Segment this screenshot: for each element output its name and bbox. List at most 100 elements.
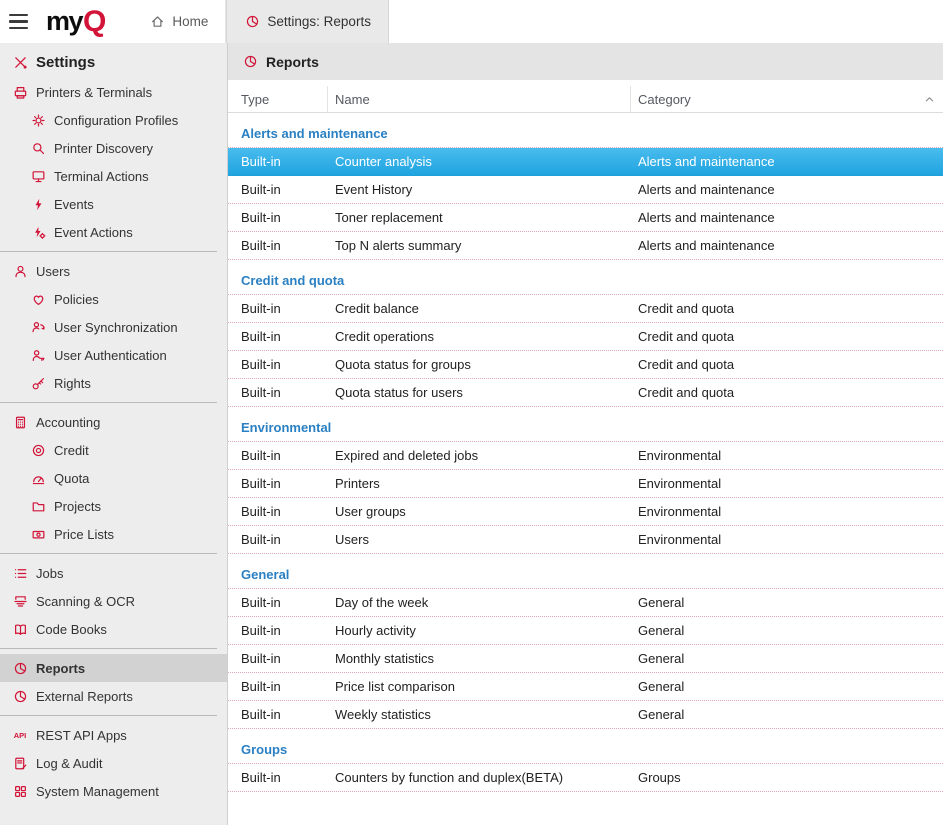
column-header-name[interactable]: Name: [328, 86, 631, 112]
sidebar-item-printer-discovery[interactable]: Printer Discovery: [0, 134, 227, 162]
cell-category: Alerts and maintenance: [631, 148, 943, 175]
table-row-quota-status-for-groups[interactable]: Built-inQuota status for groupsCredit an…: [228, 351, 943, 379]
sidebar-item-label: REST API Apps: [36, 728, 127, 743]
sidebar-item-label: Events: [54, 197, 94, 212]
sidebar-item-jobs[interactable]: Jobs: [0, 559, 227, 587]
sidebar-item-label: Credit: [54, 443, 89, 458]
cell-category: Environmental: [631, 470, 943, 497]
topbar: myQ Home Settings: Reports: [0, 0, 943, 43]
table-row-expired-and-deleted-jobs[interactable]: Built-inExpired and deleted jobsEnvironm…: [228, 442, 943, 470]
sidebar-item-quota[interactable]: Quota: [0, 464, 227, 492]
cell-category: General: [631, 589, 943, 616]
sidebar-item-label: Price Lists: [54, 527, 114, 542]
sidebar-item-external-reports[interactable]: External Reports: [0, 682, 227, 710]
cell-type: Built-in: [228, 351, 328, 378]
cell-name: User groups: [328, 498, 631, 525]
table-group-header-groups[interactable]: Groups: [228, 742, 943, 764]
cell-category: General: [631, 701, 943, 728]
cell-category: Credit and quota: [631, 379, 943, 406]
table-row-counters-by-function-and-duplex-beta[interactable]: Built-inCounters by function and duplex(…: [228, 764, 943, 792]
table-row-weekly-statistics[interactable]: Built-inWeekly statisticsGeneral: [228, 701, 943, 729]
sidebar-item-configuration-profiles[interactable]: Configuration Profiles: [0, 106, 227, 134]
table-row-printers[interactable]: Built-inPrintersEnvironmental: [228, 470, 943, 498]
table-row-monthly-statistics[interactable]: Built-inMonthly statisticsGeneral: [228, 645, 943, 673]
table-group-header-environmental[interactable]: Environmental: [228, 420, 943, 442]
table-row-event-history[interactable]: Built-inEvent HistoryAlerts and maintena…: [228, 176, 943, 204]
sidebar-item-log-audit[interactable]: Log & Audit: [0, 749, 227, 777]
hamburger-menu-icon[interactable]: [9, 0, 35, 43]
sidebar-item-label: Terminal Actions: [54, 169, 149, 184]
table-row-quota-status-for-users[interactable]: Built-inQuota status for usersCredit and…: [228, 379, 943, 407]
table-row-credit-balance[interactable]: Built-inCredit balanceCredit and quota: [228, 295, 943, 323]
table-row-user-groups[interactable]: Built-inUser groupsEnvironmental: [228, 498, 943, 526]
cell-name: Users: [328, 526, 631, 553]
cell-type: Built-in: [228, 176, 328, 203]
external-reports-icon: [12, 688, 28, 704]
myq-logo[interactable]: myQ: [46, 0, 106, 43]
table-row-counter-analysis[interactable]: Built-inCounter analysisAlerts and maint…: [228, 148, 943, 176]
table-row-users[interactable]: Built-inUsersEnvironmental: [228, 526, 943, 554]
sidebar-item-terminal-actions[interactable]: Terminal Actions: [0, 162, 227, 190]
page-title: Reports: [266, 54, 319, 70]
sidebar-item-scanning-ocr[interactable]: Scanning & OCR: [0, 587, 227, 615]
sidebar-item-label: Printer Discovery: [54, 141, 153, 156]
table-row-day-of-the-week[interactable]: Built-inDay of the weekGeneral: [228, 589, 943, 617]
cell-name: Price list comparison: [328, 673, 631, 700]
reports-icon: [242, 54, 258, 70]
terminal-icon: [30, 168, 46, 184]
sidebar-item-reports[interactable]: Reports: [0, 654, 227, 682]
key-icon: [30, 375, 46, 391]
sidebar-item-user-authentication[interactable]: User Authentication: [0, 341, 227, 369]
sidebar-item-system-management[interactable]: System Management: [0, 777, 227, 805]
table-group-header-credit-and-quota[interactable]: Credit and quota: [228, 273, 943, 295]
log-icon: [12, 755, 28, 771]
table-group-header-general[interactable]: General: [228, 567, 943, 589]
sidebar-item-projects[interactable]: Projects: [0, 492, 227, 520]
user-sync-icon: [30, 319, 46, 335]
reports-icon: [12, 660, 28, 676]
sidebar-item-printers-terminals[interactable]: Printers & Terminals: [0, 78, 227, 106]
cell-type: Built-in: [228, 617, 328, 644]
search-icon: [30, 140, 46, 156]
sidebar-item-label: Event Actions: [54, 225, 133, 240]
sidebar-item-event-actions[interactable]: Event Actions: [0, 218, 227, 246]
sidebar-item-price-lists[interactable]: Price Lists: [0, 520, 227, 548]
sidebar-item-credit[interactable]: Credit: [0, 436, 227, 464]
group-header-label: Credit and quota: [241, 273, 344, 288]
credit-icon: [30, 442, 46, 458]
column-header-type[interactable]: Type: [228, 86, 328, 112]
cell-name: Expired and deleted jobs: [328, 442, 631, 469]
sidebar-item-accounting[interactable]: Accounting: [0, 408, 227, 436]
table-row-hourly-activity[interactable]: Built-inHourly activityGeneral: [228, 617, 943, 645]
table-row-top-n-alerts-summary[interactable]: Built-inTop N alerts summaryAlerts and m…: [228, 232, 943, 260]
sidebar-divider: [0, 553, 217, 554]
cell-category: Environmental: [631, 442, 943, 469]
tab-settings-reports[interactable]: Settings: Reports: [226, 0, 389, 43]
tab-label: Settings: Reports: [267, 14, 371, 29]
sidebar-item-events[interactable]: Events: [0, 190, 227, 218]
table-header-row: Type Name Category: [228, 86, 943, 113]
sidebar-item-users[interactable]: Users: [0, 257, 227, 285]
cell-type: Built-in: [228, 764, 328, 791]
table-row-credit-operations[interactable]: Built-inCredit operationsCredit and quot…: [228, 323, 943, 351]
cell-type: Built-in: [228, 232, 328, 259]
sidebar-item-rest-api-apps[interactable]: APIREST API Apps: [0, 721, 227, 749]
cell-name: Counters by function and duplex(BETA): [328, 764, 631, 791]
settings-icon: [12, 55, 28, 71]
cell-type: Built-in: [228, 498, 328, 525]
table-row-toner-replacement[interactable]: Built-inToner replacementAlerts and main…: [228, 204, 943, 232]
cell-category: Alerts and maintenance: [631, 204, 943, 231]
table-row-price-list-comparison[interactable]: Built-inPrice list comparisonGeneral: [228, 673, 943, 701]
table-group-header-alerts-and-maintenance[interactable]: Alerts and maintenance: [228, 126, 943, 148]
column-header-label: Category: [638, 92, 691, 107]
price-lists-icon: [30, 526, 46, 542]
sidebar-item-rights[interactable]: Rights: [0, 369, 227, 397]
tab-home[interactable]: Home: [132, 0, 226, 43]
lightning-gear-icon: [30, 224, 46, 240]
sidebar-item-label: Reports: [36, 661, 85, 676]
sidebar-item-policies[interactable]: Policies: [0, 285, 227, 313]
main-panel: Reports Type Name Category Alerts and ma…: [228, 43, 943, 825]
sidebar-item-user-synchronization[interactable]: User Synchronization: [0, 313, 227, 341]
sidebar-item-code-books[interactable]: Code Books: [0, 615, 227, 643]
column-header-category[interactable]: Category: [631, 86, 943, 112]
